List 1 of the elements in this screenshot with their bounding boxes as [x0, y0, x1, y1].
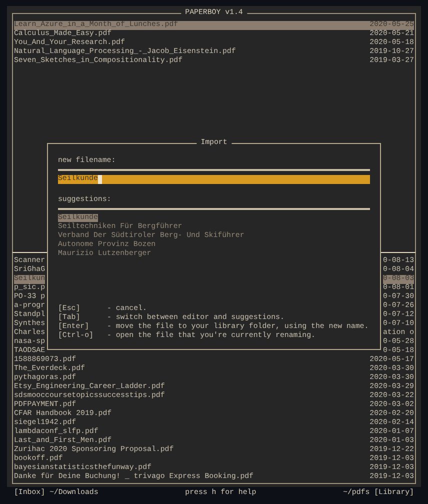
cursor-icon [98, 175, 102, 184]
